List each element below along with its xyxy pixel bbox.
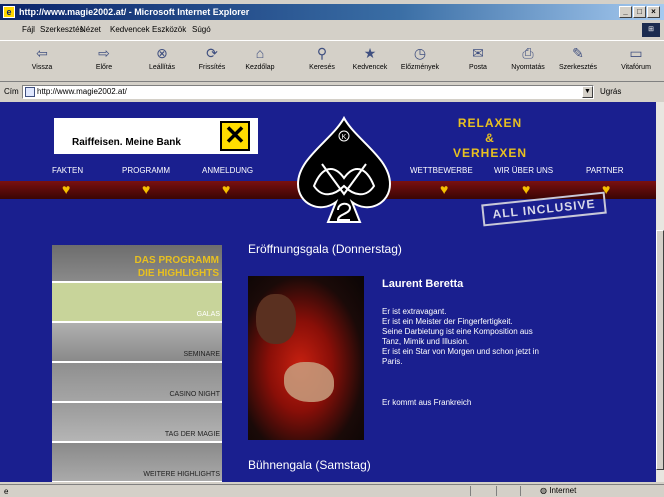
address-value: http://www.magie2002.at/ — [37, 87, 127, 96]
artist-photo — [248, 276, 364, 440]
heart-icon: ♥ — [142, 181, 151, 197]
menu-view[interactable]: Nézet — [80, 25, 101, 34]
mail-button[interactable]: ✉ Posta — [456, 44, 500, 80]
menu-tools[interactable]: Eszközök — [152, 25, 186, 34]
home-icon: ⌂ — [255, 45, 265, 61]
sidebar-heading-2: DIE HIGHLIGHTS — [137, 268, 219, 279]
page-icon — [25, 87, 35, 97]
menu-favorites[interactable]: Kedvencek — [110, 25, 150, 34]
ie-icon: e — [3, 6, 15, 18]
print-icon: ⎙ — [522, 45, 534, 61]
discuss-button[interactable]: ▭ Vitafórum — [614, 44, 658, 80]
section-heading-buehnengala: Bühnengala (Samstag) — [248, 458, 371, 472]
sidebar-item-tag-der-magie[interactable]: TAG DER MAGIE — [52, 403, 222, 443]
edit-button[interactable]: ✎ Szerkesztés — [556, 44, 600, 80]
toolbar: ⇦ Vissza ⇨ Előre ⊗ Leállítás ⟳ Frissítés ⌂ Ke… — [0, 40, 664, 82]
status-bar: e ◍ Internet — [0, 484, 664, 497]
search-icon: ⚲ — [316, 45, 328, 61]
program-sidebar: DAS PROGRAMM DIE HIGHLIGHTS GALAS SEMINA… — [52, 245, 222, 482]
edit-icon: ✎ — [572, 45, 584, 61]
sidebar-item-galas[interactable]: GALAS — [52, 283, 222, 323]
minimize-button[interactable]: _ — [619, 6, 632, 18]
page-status-icon: e — [4, 487, 9, 496]
emblem-letter: K — [342, 134, 347, 141]
home-button[interactable]: ⌂ Kezdőlap — [238, 44, 282, 80]
window-title: http://www.magie2002.at/ - Microsoft Int… — [19, 7, 250, 17]
print-button[interactable]: ⎙ Nyomtatás — [506, 44, 550, 80]
globe-icon: ◍ — [540, 486, 547, 495]
slogan: RELAXEN & VERHEXEN — [452, 116, 528, 160]
history-icon: ◷ — [413, 45, 427, 61]
vertical-scrollbar[interactable] — [656, 102, 664, 482]
search-button[interactable]: ⚲ Keresés — [300, 44, 344, 80]
raiffeisen-logo-icon: ✕ — [220, 121, 250, 151]
nav-programm[interactable]: PROGRAMM — [122, 166, 170, 175]
favorites-icon: ★ — [363, 45, 377, 61]
maximize-button[interactable]: □ — [633, 6, 646, 18]
go-button[interactable]: Ugrás — [600, 87, 621, 96]
nav-wettbewerbe[interactable]: WETTBEWERBE — [410, 166, 473, 175]
scrollbar-thumb[interactable] — [656, 230, 664, 470]
sidebar-item-weitere-highlights[interactable]: WEITERE HIGHLIGHTS — [52, 443, 222, 482]
heart-icon: ♥ — [522, 181, 531, 197]
menu-edit[interactable]: Szerkesztés — [40, 25, 84, 34]
artist-origin: Er kommt aus Frankreich — [382, 398, 472, 407]
stop-icon: ⊗ — [156, 45, 168, 61]
close-button[interactable]: × — [647, 6, 660, 18]
heart-icon: ♥ — [440, 181, 449, 197]
nav-partner[interactable]: PARTNER — [586, 166, 624, 175]
discuss-icon: ▭ — [629, 45, 643, 61]
nav-anmeldung[interactable]: ANMELDUNG — [202, 166, 253, 175]
heart-icon: ♥ — [222, 181, 231, 197]
nav-wir-ueber-uns[interactable]: WIR ÜBER UNS — [494, 166, 553, 175]
back-button[interactable]: ⇦ Vissza — [20, 44, 64, 80]
refresh-icon: ⟳ — [206, 45, 218, 61]
menu-bar: Fájl Szerkesztés Nézet Kedvencek Eszközö… — [0, 22, 664, 38]
sidebar-heading-1: DAS PROGRAMM — [134, 255, 219, 266]
section-heading-eroeffnungsgala: Eröffnungsgala (Donnerstag) — [248, 242, 402, 256]
refresh-button[interactable]: ⟳ Frissítés — [190, 44, 234, 80]
forward-button[interactable]: ⇨ Előre — [82, 44, 126, 80]
artist-description: Er ist extravagant. Er ist ein Meister d… — [382, 307, 539, 366]
raiffeisen-banner[interactable]: Raiffeisen. Meine Bank ✕ — [54, 118, 258, 154]
sidebar-header: DAS PROGRAMM DIE HIGHLIGHTS — [52, 245, 222, 283]
bank-text: Raiffeisen. Meine Bank — [72, 137, 181, 148]
heart-icon: ♥ — [62, 181, 71, 197]
menu-help[interactable]: Súgó — [192, 25, 211, 34]
nav-fakten[interactable]: FAKTEN — [52, 166, 83, 175]
sidebar-item-seminare[interactable]: SEMINARE — [52, 323, 222, 363]
browser-window: e http://www.magie2002.at/ - Microsoft I… — [0, 0, 664, 497]
history-button[interactable]: ◷ Előzmények — [398, 44, 442, 80]
title-bar: e http://www.magie2002.at/ - Microsoft I… — [0, 4, 664, 20]
back-arrow-icon: ⇦ — [36, 45, 48, 61]
favorites-button[interactable]: ★ Kedvencek — [348, 44, 392, 80]
spade-emblem-icon: K — [296, 115, 392, 223]
address-bar: Cím http://www.magie2002.at/ ▼ Ugrás — [0, 83, 664, 101]
artist-name: Laurent Beretta — [382, 278, 464, 290]
page-content: Raiffeisen. Meine Bank ✕ RELAXEN & VERHE… — [0, 102, 656, 482]
stop-button[interactable]: ⊗ Leállítás — [140, 44, 184, 80]
security-zone: ◍ Internet — [540, 486, 577, 495]
sidebar-item-casino-night[interactable]: CASINO NIGHT — [52, 363, 222, 403]
forward-arrow-icon: ⇨ — [98, 45, 110, 61]
menu-file[interactable]: Fájl — [22, 25, 35, 34]
address-input[interactable]: http://www.magie2002.at/ — [22, 85, 594, 99]
address-dropdown-button[interactable]: ▼ — [582, 86, 593, 98]
windows-logo-icon: ⊞ — [642, 23, 660, 37]
mail-icon: ✉ — [472, 45, 484, 61]
address-label: Cím — [4, 87, 19, 96]
